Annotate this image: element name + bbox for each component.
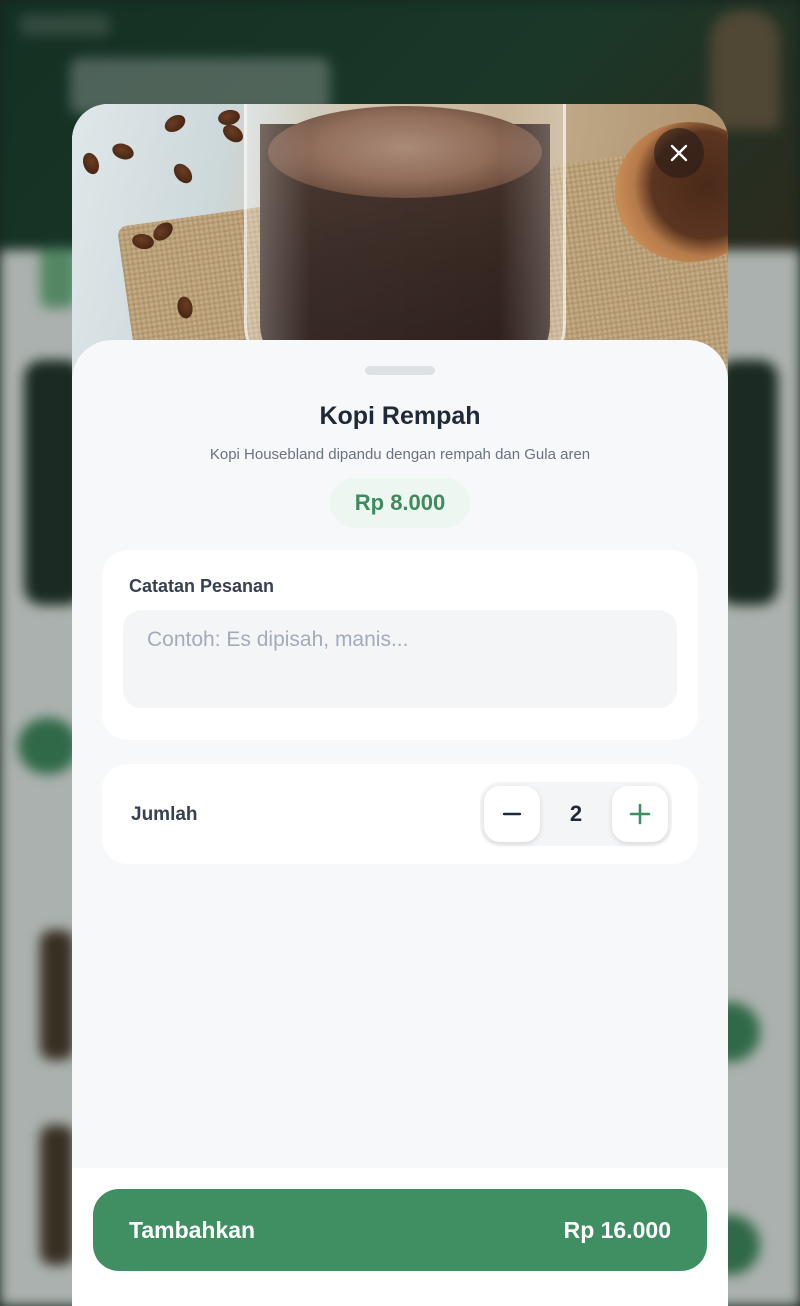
- add-to-cart-button[interactable]: Tambahkan Rp 16.000: [93, 1189, 707, 1271]
- product-description: Kopi Housebland dipandu dengan rempah da…: [209, 446, 591, 463]
- quantity-label: Jumlah: [131, 804, 198, 825]
- order-notes-label: Catatan Pesanan: [129, 576, 275, 596]
- minus-icon: [502, 812, 522, 816]
- product-panel: Kopi Rempah Kopi Housebland dipandu deng…: [72, 340, 728, 1306]
- product-name: Kopi Rempah: [319, 402, 481, 430]
- drag-handle[interactable]: [365, 366, 435, 375]
- close-button[interactable]: [654, 128, 704, 178]
- product-price: Rp 8.000: [330, 478, 470, 528]
- quantity-card: Jumlah 2: [102, 764, 698, 864]
- close-icon: [670, 144, 688, 162]
- coffee-bean: [170, 160, 196, 187]
- product-detail-sheet: Kopi Rempah Kopi Housebland dipandu deng…: [72, 104, 728, 1306]
- quantity-stepper: 2: [480, 782, 672, 846]
- quantity-value: 2: [569, 801, 583, 826]
- add-to-cart-label: Tambahkan: [129, 1216, 256, 1243]
- order-notes-input[interactable]: [123, 610, 677, 708]
- coffee-bean: [161, 111, 189, 136]
- decrease-quantity-button[interactable]: [484, 786, 540, 842]
- order-total: Rp 16.000: [563, 1216, 671, 1243]
- plus-icon: [629, 803, 651, 825]
- coffee-bean: [110, 140, 136, 163]
- coffee-bean: [80, 150, 102, 177]
- increase-quantity-button[interactable]: [612, 786, 668, 842]
- sheet-footer: Tambahkan Rp 16.000: [72, 1168, 728, 1306]
- order-notes-card: Catatan Pesanan: [102, 550, 698, 740]
